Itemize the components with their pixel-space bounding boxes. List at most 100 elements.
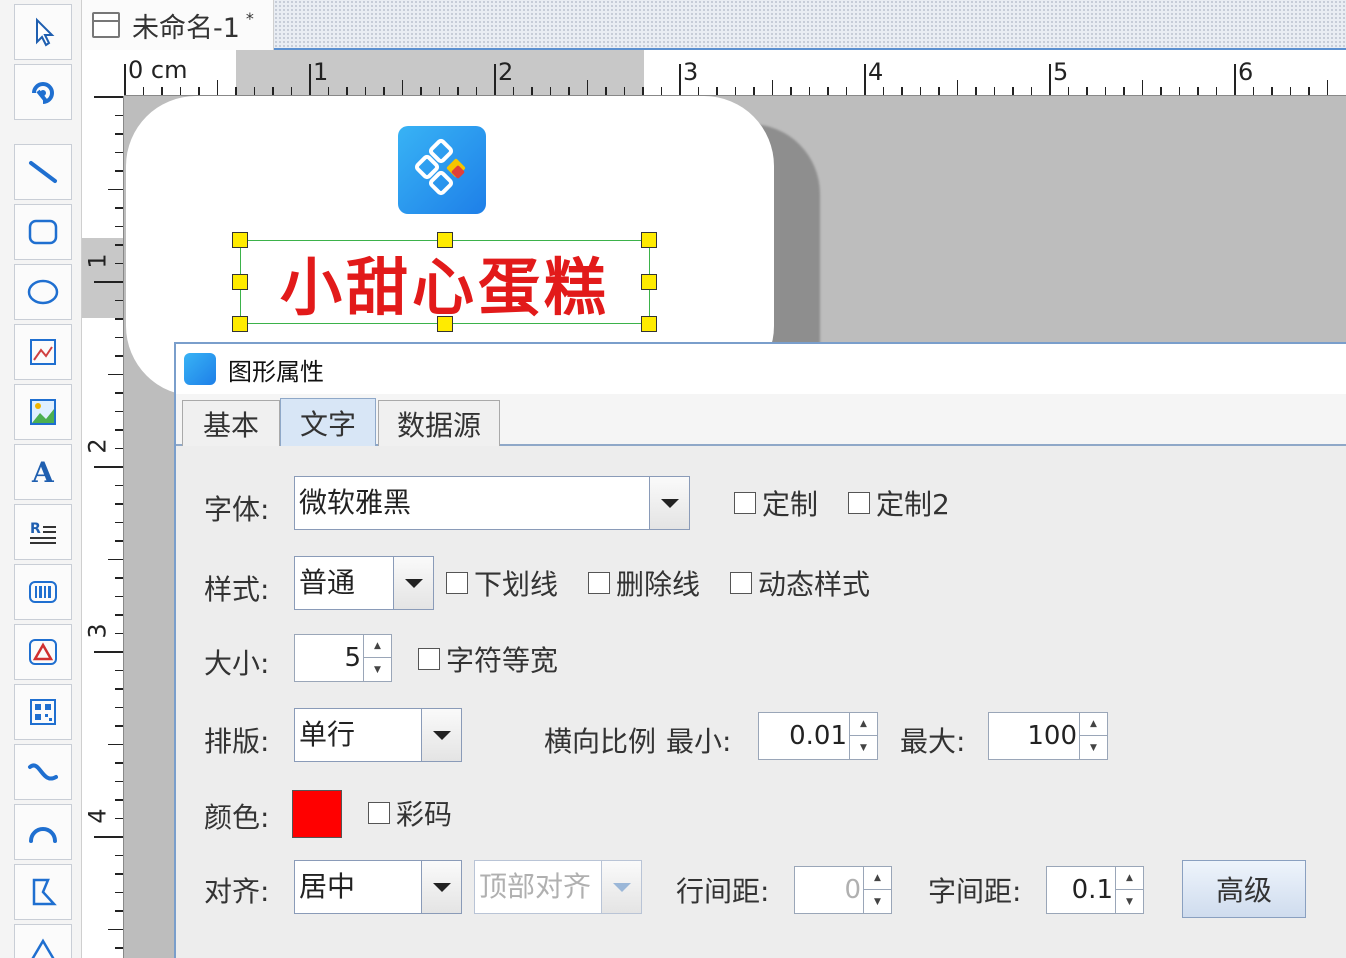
stepper-down-icon[interactable]: ▼ [850,736,877,759]
resize-handle-bottom-right[interactable] [641,316,657,332]
ruler-tick [115,540,123,542]
stepper-up-icon[interactable]: ▲ [1116,867,1143,890]
ruler-number: 4 [83,808,112,824]
resize-handle-top-right[interactable] [641,232,657,248]
resize-handle-top-left[interactable] [232,232,248,248]
monospace-checkbox[interactable]: 字符等宽 [418,642,558,677]
style-label: 样式: [204,573,270,606]
scale-max-stepper[interactable]: 100 ▲ ▼ [988,712,1108,760]
resize-handle-bottom-left[interactable] [232,316,248,332]
size-stepper[interactable]: 5 ▲ ▼ [294,634,392,682]
stepper-up-icon[interactable]: ▲ [364,635,391,658]
selected-text-object[interactable]: 小甜心蛋糕 [240,240,650,324]
image-tool[interactable] [14,384,72,440]
layout-label: 排版: [204,725,270,758]
ruler-tick [882,87,884,95]
tab-datasource[interactable]: 数据源 [378,400,500,446]
ruler-tick [1067,87,1069,95]
polygon-tool[interactable] [14,864,72,920]
align-select[interactable]: 居中 [294,860,462,914]
logo-icon [414,138,466,196]
ruler-tick [253,87,255,95]
ruler-tick [734,87,736,95]
advanced-button[interactable]: 高级 [1182,860,1306,918]
ruler-tick [235,87,237,95]
chevron-down-icon[interactable] [421,861,461,913]
ruler-tick [142,87,144,95]
triangle-tool[interactable] [14,924,72,958]
dialog-titlebar[interactable]: 图形属性 [176,344,1346,394]
text-object-content: 小甜心蛋糕 [279,251,610,324]
stepper-down-icon[interactable]: ▼ [1080,736,1107,759]
underline-checkbox[interactable]: 下划线 [446,566,558,601]
ruler-tick [864,64,866,95]
resize-handle-bottom[interactable] [437,316,453,332]
text-tool[interactable]: A [14,444,72,500]
scale-min-label: 最小: [666,725,732,758]
document-tab[interactable]: 未命名-1 * [82,0,274,50]
stepper-up-icon[interactable]: ▲ [1080,713,1107,736]
dynamic-style-checkbox[interactable]: 动态样式 [730,566,870,601]
ruler-tick [383,87,385,95]
ruler-tick [115,817,123,819]
align-select-value: 居中 [299,870,356,903]
rounded-rect-tool[interactable] [14,204,72,260]
scale-min-stepper[interactable]: 0.01 ▲ ▼ [758,712,878,760]
ruler-tick [1326,80,1328,95]
app-logo-image[interactable] [398,126,486,214]
stepper-arrows: ▲ ▼ [1079,713,1107,759]
custom-checkbox-label: 定制 [762,488,819,521]
stepper-down-icon[interactable]: ▼ [1116,890,1143,913]
chevron-down-icon[interactable] [421,709,461,761]
custom-checkbox[interactable]: 定制 [734,486,819,521]
barcode-icon [29,581,57,603]
tab-basic[interactable]: 基本 [182,400,280,446]
font-select[interactable]: 微软雅黑 [294,476,690,530]
select-pointer-tool[interactable] [14,4,72,60]
resize-handle-top[interactable] [437,232,453,248]
char-spacing-label: 字间距: [928,875,1022,908]
tab-text[interactable]: 文字 [280,398,376,446]
rich-text-tool[interactable]: R [14,504,72,560]
checkbox-box [848,492,870,514]
ruler-tick [115,429,123,431]
line-tool[interactable] [14,144,72,200]
rotate-tool[interactable] [14,64,72,120]
ruler-tick [115,207,123,209]
scale-min-value: 0.01 [789,721,847,751]
stepper-up-icon: ▲ [864,867,891,890]
chevron-down-icon[interactable] [393,557,433,609]
vertical-ruler: 1 2 3 4 [82,96,124,958]
picture-frame-tool[interactable] [14,324,72,380]
layout-select-value: 单行 [299,718,356,751]
char-spacing-stepper[interactable]: 0.1 ▲ ▼ [1046,866,1144,914]
curve-tool[interactable] [14,744,72,800]
strikethrough-checkbox[interactable]: 删除线 [588,566,700,601]
resize-handle-left[interactable] [232,274,248,290]
shape-tool[interactable] [14,624,72,680]
ellipse-icon [27,279,59,305]
resize-handle-right[interactable] [641,274,657,290]
ruler-tick [115,688,123,690]
custom2-checkbox[interactable]: 定制2 [848,486,950,521]
ruler-tick [457,87,459,95]
color-code-checkbox[interactable]: 彩码 [368,796,452,831]
ruler-selection-highlight [82,238,123,318]
image-icon [30,399,56,425]
arc-tool[interactable] [14,804,72,860]
layout-select[interactable]: 单行 [294,708,462,762]
barcode-tool[interactable] [14,564,72,620]
color-swatch[interactable] [292,790,342,838]
ruler-number: 1 [83,253,112,269]
color-label: 颜色: [204,801,270,834]
unsaved-indicator: * [245,8,254,28]
style-select[interactable]: 普通 [294,556,434,610]
checkbox-box [368,802,390,824]
ruler-tick [1123,87,1125,95]
stepper-arrows: ▲ ▼ [863,867,891,913]
ellipse-tool[interactable] [14,264,72,320]
chevron-down-icon[interactable] [649,477,689,529]
stepper-up-icon[interactable]: ▲ [850,713,877,736]
stepper-down-icon[interactable]: ▼ [364,658,391,681]
qrcode-tool[interactable] [14,684,72,740]
